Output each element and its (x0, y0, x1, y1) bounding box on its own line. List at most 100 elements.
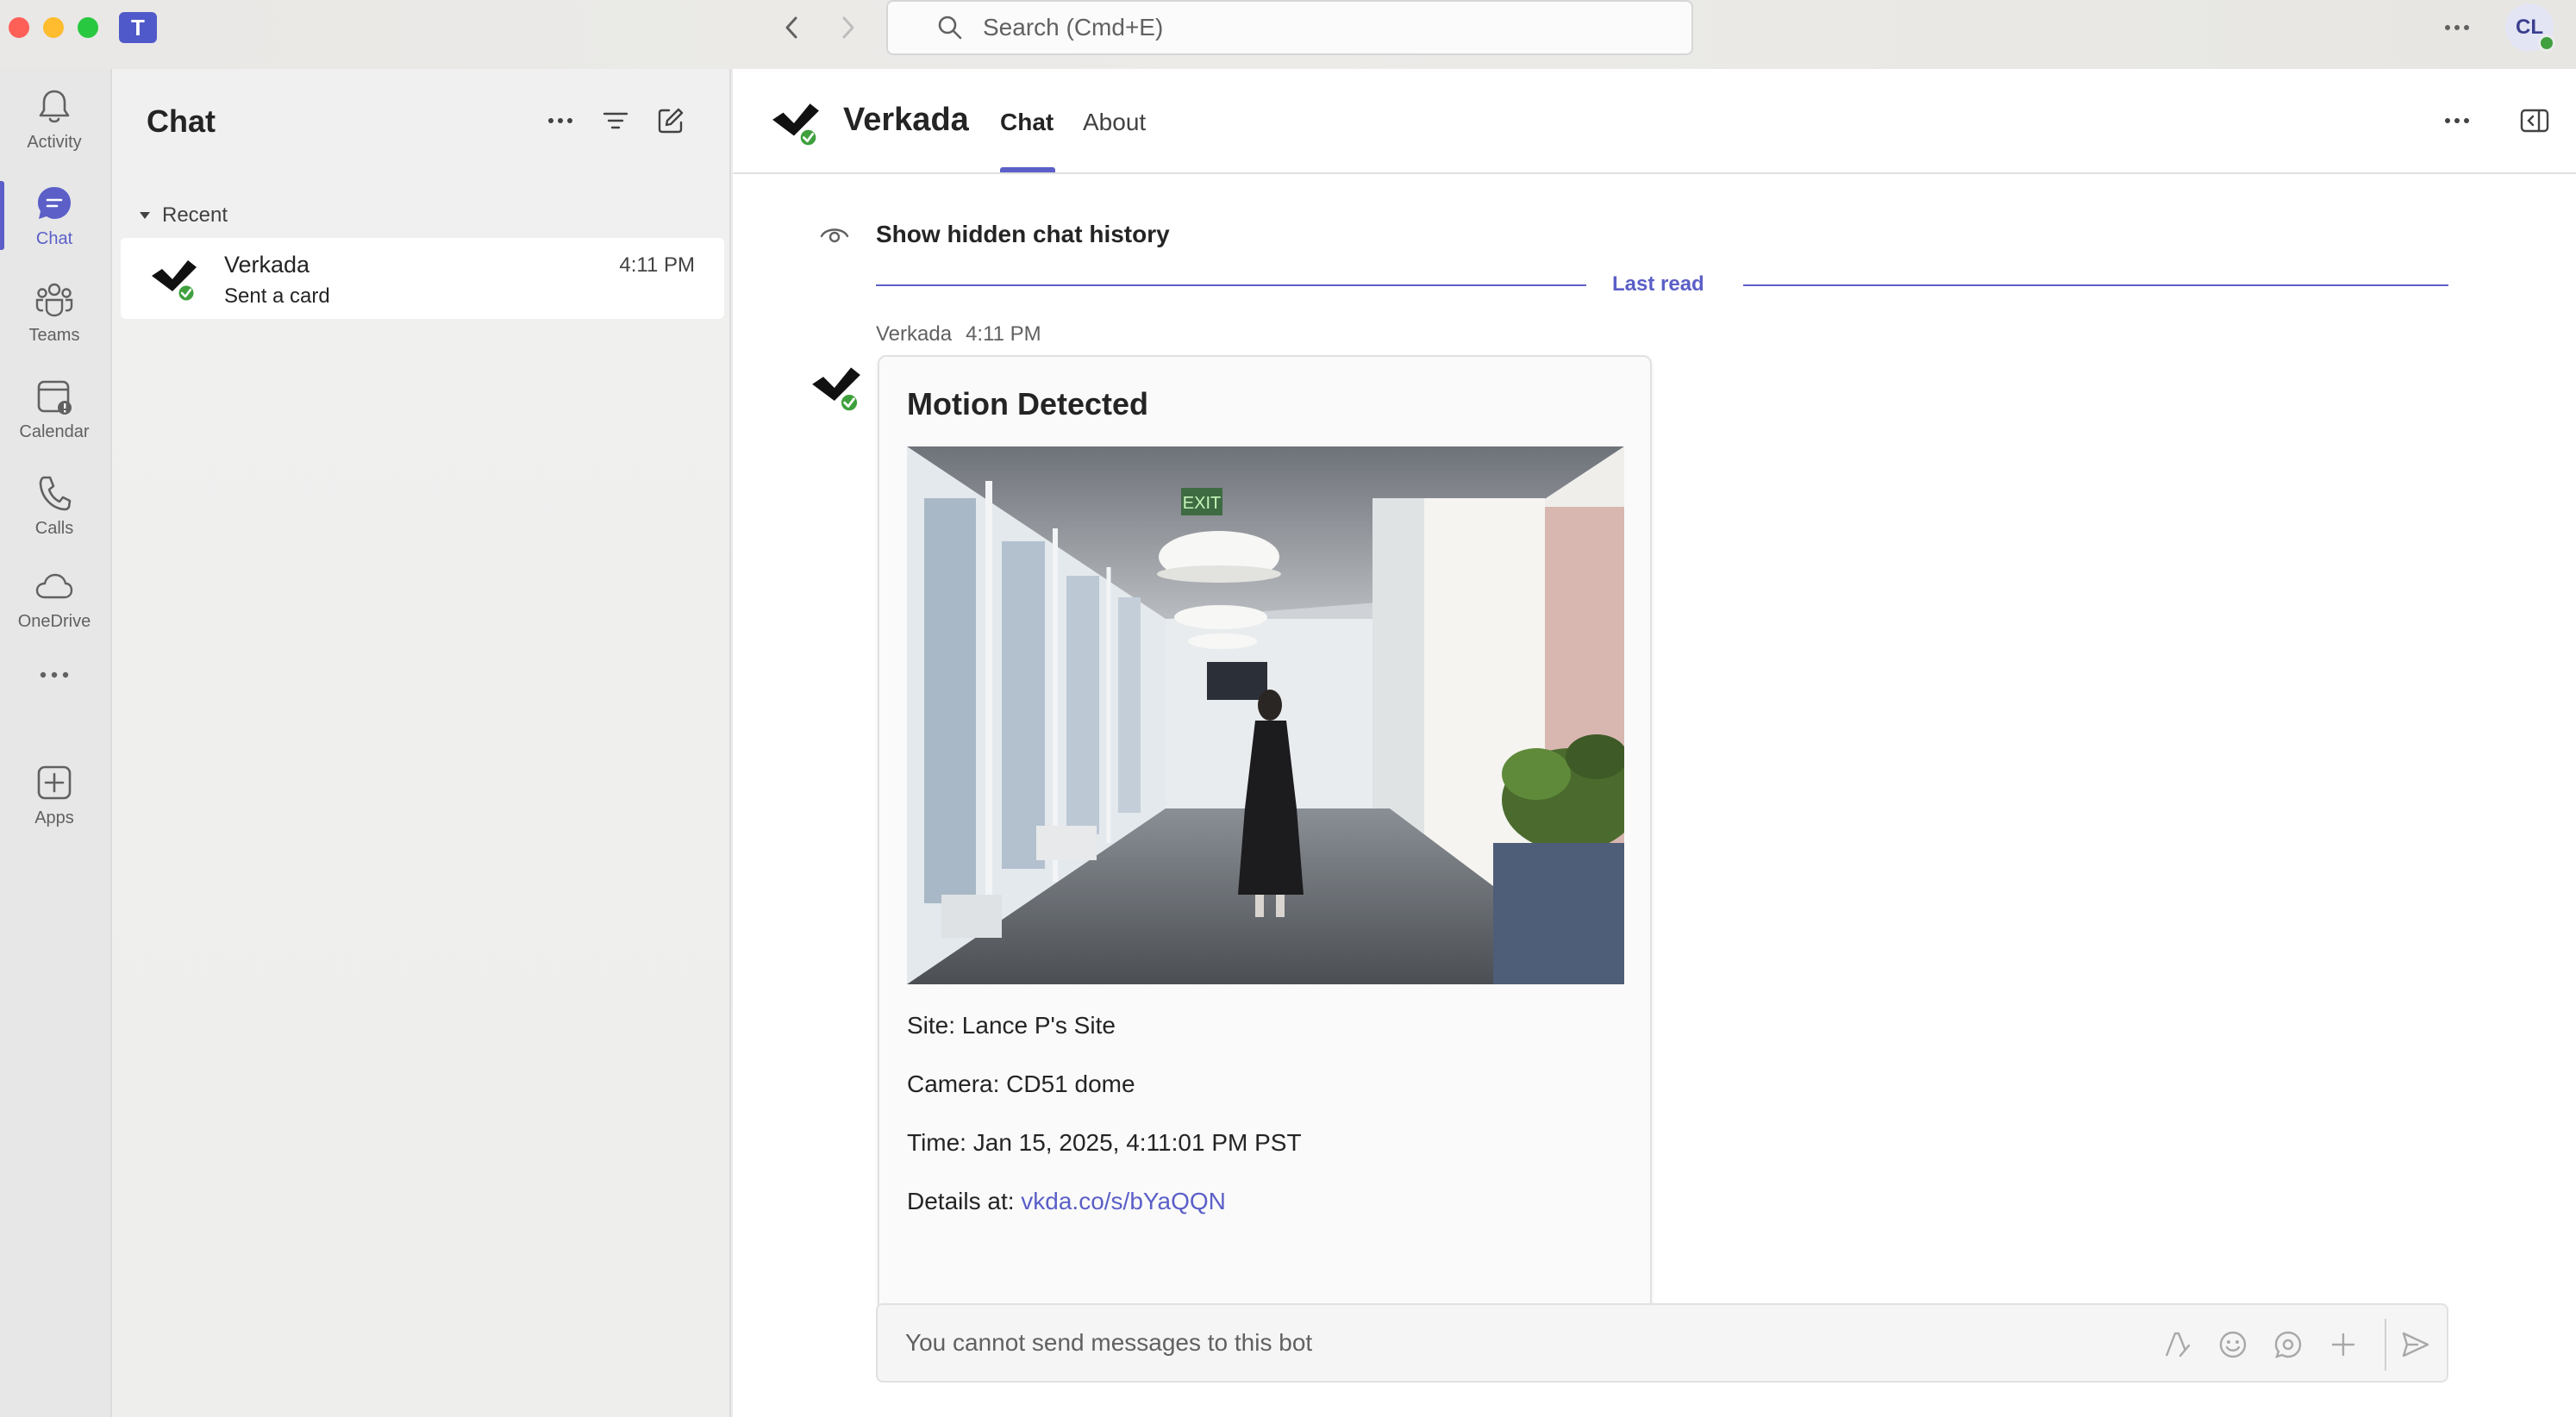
bell-icon (34, 86, 75, 128)
conversation-pane: Verkada Chat About Show hidden chat hist… (733, 69, 2576, 1417)
attach-button[interactable] (2324, 1326, 2362, 1364)
rail-label-activity: Activity (27, 132, 82, 152)
app-rail: Activity Chat Teams Calendar Calls OneDr… (0, 69, 112, 1417)
compose-icon (658, 108, 684, 134)
cloud-icon (34, 565, 75, 607)
calendar-icon (34, 376, 75, 417)
rail-item-calls[interactable]: Calls (0, 462, 109, 548)
rail-label-teams: Teams (28, 325, 80, 345)
forward-button[interactable] (833, 12, 864, 43)
last-read-label: Last read (1612, 272, 1704, 296)
verkada-avatar (810, 362, 862, 414)
chat-list-pane: Chat Recent Verkada Sent a card 4:11 PM (112, 69, 731, 1417)
more-horizontal-icon (34, 654, 75, 696)
side-panel-icon (2520, 109, 2549, 133)
rail-label-calendar: Calendar (19, 421, 90, 441)
minimize-window-button[interactable] (43, 17, 64, 38)
open-side-panel-button[interactable] (2516, 105, 2554, 136)
conversation-header: Verkada Chat About (733, 69, 2576, 174)
last-read-divider-right (1743, 284, 2448, 286)
more-horizontal-icon (2445, 25, 2469, 30)
rail-item-teams[interactable]: Teams (0, 269, 109, 355)
active-tab-indicator (1000, 167, 1055, 172)
filter-icon (603, 112, 628, 129)
card-title: Motion Detected (907, 386, 1149, 421)
chevron-left-icon (785, 16, 797, 39)
verkada-avatar (150, 255, 198, 303)
avatar-initials: CL (2516, 16, 2543, 39)
more-horizontal-icon (548, 118, 572, 123)
send-icon (2402, 1332, 2429, 1358)
rail-label-apps: Apps (34, 808, 74, 827)
close-window-button[interactable] (9, 17, 29, 38)
conversation-title: Verkada (843, 102, 969, 138)
caret-down-icon (134, 205, 155, 226)
message-sender: Verkada (876, 322, 953, 346)
emoji-button[interactable] (2214, 1326, 2252, 1364)
filter-button[interactable] (597, 102, 635, 140)
format-icon (2165, 1332, 2191, 1358)
teams-icon (34, 279, 75, 321)
search-input[interactable] (983, 14, 1586, 41)
loop-button[interactable] (2269, 1326, 2307, 1364)
show-hidden-history-label: Show hidden chat history (876, 221, 1170, 247)
message-time: 4:11 PM (966, 322, 1041, 346)
chat-item-preview: Sent a card (224, 284, 330, 308)
recent-section-header[interactable]: Recent (134, 203, 228, 228)
add-app-icon (34, 762, 75, 803)
rail-label-calls: Calls (34, 518, 74, 538)
chat-item-time: 4:11 PM (619, 253, 695, 277)
card-camera-field: Camera: CD51 dome (907, 1071, 1135, 1097)
plus-icon (2331, 1333, 2355, 1357)
camera-snapshot-image[interactable]: EXIT (907, 446, 1624, 984)
profile-avatar[interactable]: CL (2505, 3, 2555, 52)
chat-list-more-button[interactable] (541, 102, 579, 140)
conversation-more-button[interactable] (2438, 105, 2476, 136)
more-horizontal-icon (2445, 118, 2469, 123)
rail-more-apps-button[interactable] (0, 652, 109, 703)
app-logo-letter: T (131, 14, 145, 41)
presence-available-icon (2538, 34, 2555, 52)
recent-section-label: Recent (162, 203, 228, 227)
verkada-avatar (771, 98, 821, 148)
chat-item-name: Verkada (224, 252, 310, 278)
last-read-divider-left (876, 284, 1586, 286)
emoji-icon (2219, 1331, 2247, 1358)
rail-item-calendar[interactable]: Calendar (0, 365, 109, 452)
composer-placeholder: You cannot send messages to this bot (905, 1329, 1313, 1356)
card-details-label: Details at: (907, 1188, 1022, 1214)
composer-divider (2385, 1319, 2386, 1370)
search-box[interactable] (886, 0, 1693, 55)
card-site-field: Site: Lance P's Site (907, 1012, 1116, 1039)
tab-chat[interactable]: Chat (1000, 109, 1054, 136)
format-button[interactable] (2159, 1326, 2197, 1364)
title-bar: T CL (0, 0, 2576, 69)
send-button[interactable] (2397, 1326, 2435, 1364)
message-composer[interactable]: You cannot send messages to this bot (876, 1303, 2448, 1383)
exit-sign-text: EXIT (1183, 494, 1221, 513)
rail-item-chat[interactable]: Chat (0, 172, 109, 259)
search-icon (933, 10, 967, 45)
new-chat-button[interactable] (652, 102, 690, 140)
rail-item-apps[interactable]: Apps (0, 752, 109, 838)
chat-list-title: Chat (147, 103, 216, 139)
card-details-link[interactable]: vkda.co/s/bYaQQN (1021, 1188, 1226, 1214)
settings-more-button[interactable] (2440, 12, 2474, 43)
chevron-right-icon (842, 16, 854, 39)
tab-about[interactable]: About (1083, 109, 1146, 136)
teams-logo-icon: T (119, 12, 157, 43)
card-time-field: Time: Jan 15, 2025, 4:11:01 PM PST (907, 1129, 1302, 1156)
phone-icon (34, 472, 75, 514)
loop-icon (2274, 1331, 2302, 1358)
back-button[interactable] (776, 12, 807, 43)
card-details-field: Details at: vkda.co/s/bYaQQN (907, 1188, 1226, 1215)
rail-item-onedrive[interactable]: OneDrive (0, 555, 109, 641)
chat-icon (34, 183, 75, 224)
zoom-window-button[interactable] (78, 17, 98, 38)
show-hidden-history-button[interactable]: Show hidden chat history (816, 217, 1170, 252)
eye-icon (816, 217, 853, 252)
chat-list-item[interactable]: Verkada Sent a card 4:11 PM (121, 238, 724, 319)
adaptive-card: Motion Detected EXIT Site: Lance P's Sit… (878, 355, 1652, 1312)
message-meta: Verkada 4:11 PM (876, 322, 1055, 346)
rail-item-activity[interactable]: Activity (0, 76, 109, 162)
